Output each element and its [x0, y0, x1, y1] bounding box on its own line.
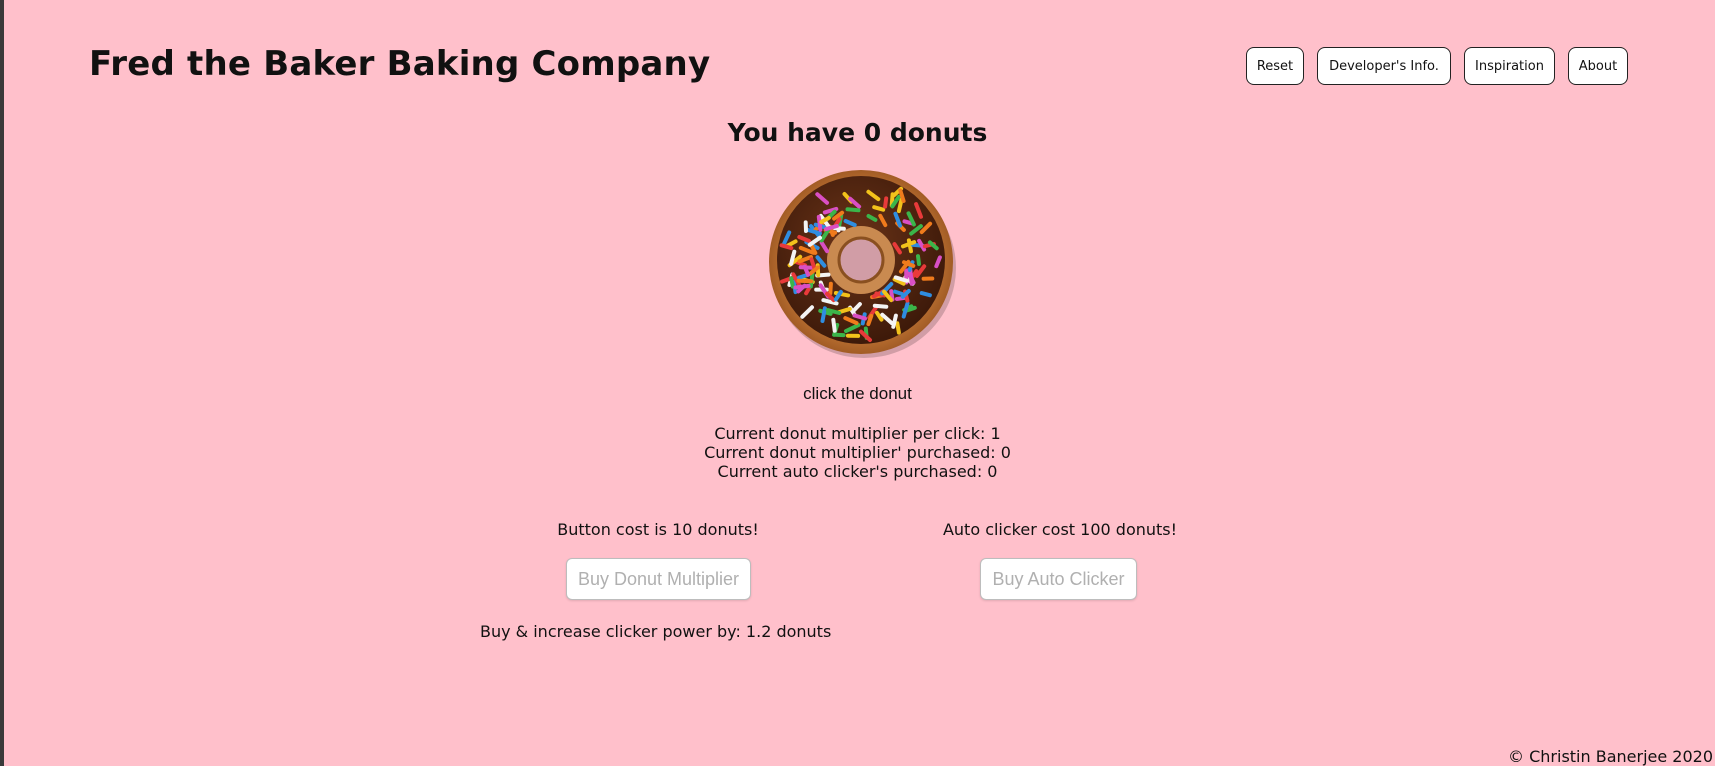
donut-click-target[interactable] — [764, 166, 958, 360]
sprinkle — [872, 205, 886, 212]
donut-count-heading: You have 0 donuts — [727, 118, 988, 147]
sprinkle — [820, 306, 827, 323]
click-hint: click the donut — [803, 384, 912, 403]
sprinkle — [895, 321, 901, 335]
sprinkle — [866, 313, 874, 327]
sprinkle — [789, 276, 795, 289]
multiplier-power-label: Buy & increase clicker power by: 1.2 don… — [480, 622, 832, 641]
sprinkle — [916, 254, 921, 266]
window-left-edge — [0, 0, 4, 766]
sprinkle — [779, 243, 794, 251]
stats-panel: Current donut multiplier per click: 1 Cu… — [0, 424, 1715, 481]
buy-donut-multiplier-button[interactable]: Buy Donut Multiplier — [566, 558, 751, 600]
site-title: Fred the Baker Baking Company — [89, 44, 711, 84]
sprinkle — [883, 196, 889, 209]
buy-auto-clicker-button[interactable]: Buy Auto Clicker — [980, 558, 1137, 600]
sprinkle — [831, 317, 837, 333]
sprinkle — [845, 207, 861, 213]
sprinkle — [828, 281, 833, 296]
sprinkle — [825, 308, 842, 315]
copyright-footer: © Christin Banerjee 2020 — [1508, 747, 1713, 766]
sprinkle — [919, 291, 932, 298]
auto-clickers-purchased-stat: Current auto clicker's purchased: 0 — [717, 462, 998, 481]
developers-info-button[interactable]: Developer's Info. — [1317, 47, 1451, 85]
reset-button[interactable]: Reset — [1246, 47, 1304, 85]
sprinkle — [872, 303, 889, 309]
multipliers-purchased-stat: Current donut multiplier' purchased: 0 — [704, 443, 1011, 462]
about-button[interactable]: About — [1568, 47, 1628, 85]
sprinkle — [796, 278, 814, 284]
inspiration-button[interactable]: Inspiration — [1464, 47, 1555, 85]
autoclicker-cost-label: Auto clicker cost 100 donuts! — [942, 520, 1178, 539]
sprinkle — [797, 273, 810, 280]
multiplier-per-click-stat: Current donut multiplier per click: 1 — [714, 424, 1001, 443]
sprinkle — [891, 313, 898, 329]
multiplier-cost-label: Button cost is 10 donuts! — [557, 520, 759, 539]
donut-icon — [769, 170, 956, 358]
